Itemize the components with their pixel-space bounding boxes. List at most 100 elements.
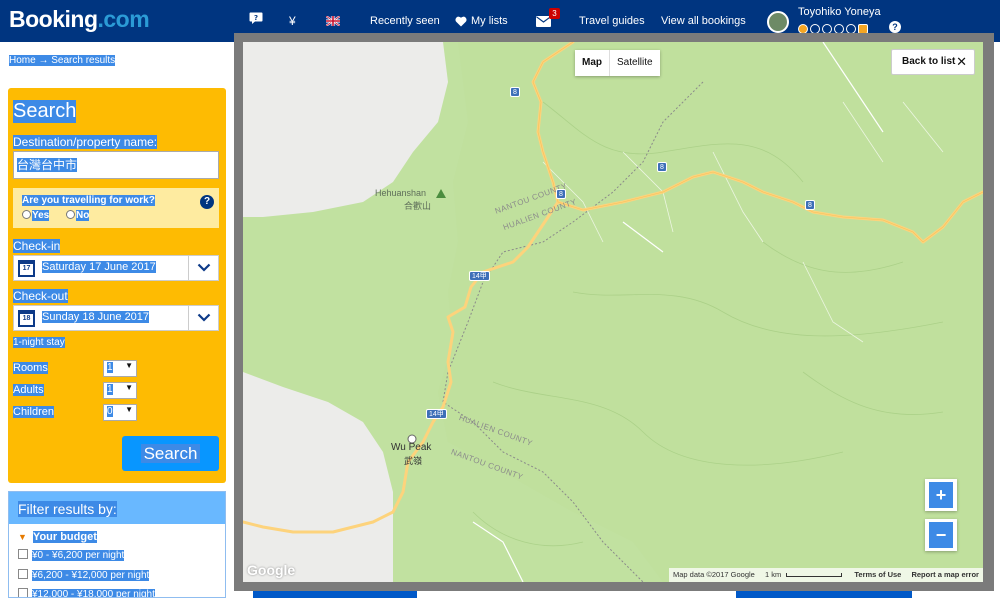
dropdown-arrow-icon: ▼: [125, 361, 133, 370]
map-type-control: Map Satellite: [575, 50, 660, 76]
rooms-label: Rooms: [13, 362, 48, 374]
chevron-down-icon: [197, 313, 211, 322]
wu-peak-label: Wu Peak: [391, 442, 432, 453]
map-data-attribution: Map data ©2017 Google: [673, 570, 755, 579]
zoom-in-icon: +: [929, 482, 953, 508]
map-modal: Hehuanshan 合歡山 Wu Peak 武嶺 NANTOU COUNTY …: [234, 33, 994, 591]
breadcrumb-home-link[interactable]: Home: [9, 55, 36, 66]
map-scale-label: 1 km: [764, 570, 782, 579]
budget-option-label: ¥12,000 - ¥18,000 per night: [32, 589, 155, 598]
work-travel-question: Are you travelling for work?: [22, 195, 155, 206]
children-label: Children: [13, 406, 54, 418]
currency-selector[interactable]: ¥: [289, 14, 296, 28]
search-panel: Search Destination/property name: 台灣台中市 …: [8, 88, 226, 483]
back-to-list-button[interactable]: Back to list ✕: [891, 49, 975, 75]
road-8-shield: 8: [657, 162, 667, 172]
zoom-out-button[interactable]: −: [925, 519, 957, 551]
report-map-error-link[interactable]: Report a map error: [911, 570, 979, 579]
help-icon[interactable]: ?: [889, 21, 901, 33]
budget-option-label: ¥6,200 - ¥12,000 per night: [32, 570, 150, 581]
peak-marker-icon: [436, 189, 446, 198]
booking-logo[interactable]: Booking.com: [9, 6, 150, 33]
destination-input[interactable]: 台灣台中市: [13, 151, 219, 179]
road-8-shield: 8: [556, 189, 566, 199]
inbox-count-badge: 3: [549, 8, 560, 19]
adults-select[interactable]: 1 ▼: [103, 382, 137, 399]
budget-option[interactable]: ¥12,000 - ¥18,000 per night: [18, 588, 155, 598]
chevron-down-icon: [197, 263, 211, 272]
terms-of-use-link[interactable]: Terms of Use: [854, 570, 901, 579]
google-logo: Google: [247, 562, 296, 578]
search-panel-title: Search: [13, 100, 77, 123]
map-scale-bar: [786, 573, 843, 578]
checkout-dropdown-button[interactable]: [188, 306, 218, 330]
checkout-date-field[interactable]: 18 Sunday 18 June 2017: [13, 305, 219, 331]
radio-circle-icon: [66, 210, 75, 219]
caret-down-icon: ▼: [18, 532, 27, 542]
user-name[interactable]: Toyohiko Yoneya: [798, 6, 881, 18]
map-terrain: [243, 42, 983, 582]
uk-flag-icon[interactable]: [325, 14, 341, 29]
checkin-date-field[interactable]: 17 Saturday 17 June 2017: [13, 255, 219, 281]
checkout-date-value: Sunday 18 June 2017: [42, 311, 150, 323]
recently-seen-link[interactable]: Recently seen: [370, 15, 440, 27]
filter-header: Filter results by:: [9, 492, 225, 524]
hehuanshan-chinese-label: 合歡山: [404, 201, 432, 211]
road-14a-shield: 14甲: [469, 271, 490, 281]
checkin-label: Check-in: [13, 239, 61, 253]
work-yes-label: Yes: [32, 210, 50, 221]
checkbox-icon[interactable]: [18, 549, 28, 559]
budget-option[interactable]: ¥0 - ¥6,200 per night: [18, 549, 125, 561]
my-lists-link[interactable]: My lists: [471, 15, 508, 27]
work-travel-box: Are you travelling for work? ? Yes No: [13, 188, 219, 228]
close-icon: ✕: [956, 54, 967, 69]
zoom-in-button[interactable]: +: [925, 479, 957, 511]
map-type-satellite-button[interactable]: Satellite: [610, 50, 660, 76]
search-button-label: Search: [140, 444, 201, 463]
checkout-label: Check-out: [13, 289, 68, 303]
road-8-shield: 8: [510, 87, 520, 97]
hehuanshan-label: Hehuanshan: [375, 188, 427, 198]
destination-value: 台灣台中市: [17, 158, 78, 172]
road-14a-shield: 14甲: [426, 409, 447, 419]
work-travel-help-icon[interactable]: ?: [200, 195, 214, 209]
genius-level-indicator: [798, 21, 870, 34]
breadcrumb-arrow: →: [38, 55, 49, 66]
dropdown-arrow-icon: ▼: [125, 383, 133, 392]
work-no-radio[interactable]: No: [66, 210, 90, 221]
dropdown-arrow-icon: ▼: [125, 405, 133, 414]
breadcrumb-current: Search results: [51, 55, 116, 66]
breadcrumb: Home → Search results: [9, 55, 116, 66]
calendar-icon: 17: [18, 260, 35, 277]
budget-option[interactable]: ¥6,200 - ¥12,000 per night: [18, 569, 150, 581]
rooms-select[interactable]: 1 ▼: [103, 360, 137, 377]
map-attribution-bar: Map data ©2017 Google 1 km Terms of Use …: [669, 568, 983, 582]
search-button[interactable]: Search: [122, 436, 219, 471]
travel-guides-link[interactable]: Travel guides: [579, 15, 645, 27]
adults-value: 1: [107, 384, 113, 395]
budget-title: Your budget: [32, 531, 97, 543]
filter-title: Filter results by:: [18, 501, 117, 517]
stay-length-text: 1-night stay: [13, 337, 65, 348]
budget-section-toggle[interactable]: ▼ Your budget: [18, 531, 97, 543]
work-no-label: No: [76, 210, 90, 221]
checkin-dropdown-button[interactable]: [188, 256, 218, 280]
filter-panel: Filter results by: ▼ Your budget ¥0 - ¥6,…: [8, 491, 226, 598]
map-type-map-button[interactable]: Map: [575, 50, 610, 76]
budget-option-label: ¥0 - ¥6,200 per night: [32, 550, 125, 561]
checkin-date-value: Saturday 17 June 2017: [42, 261, 156, 273]
radio-circle-icon: [22, 210, 31, 219]
help-center-icon[interactable]: ?: [249, 12, 263, 27]
view-all-bookings-link[interactable]: View all bookings: [661, 15, 746, 27]
children-value: 0: [107, 406, 113, 417]
rooms-value: 1: [107, 362, 113, 373]
user-avatar[interactable]: [767, 11, 789, 33]
map-canvas[interactable]: Hehuanshan 合歡山 Wu Peak 武嶺 NANTOU COUNTY …: [243, 42, 983, 582]
children-select[interactable]: 0 ▼: [103, 404, 137, 421]
road-8-shield: 8: [805, 200, 815, 210]
calendar-icon: 18: [18, 310, 35, 327]
heart-icon: [455, 15, 467, 30]
work-yes-radio[interactable]: Yes: [22, 210, 50, 221]
checkbox-icon[interactable]: [18, 588, 28, 597]
checkbox-icon[interactable]: [18, 569, 28, 579]
